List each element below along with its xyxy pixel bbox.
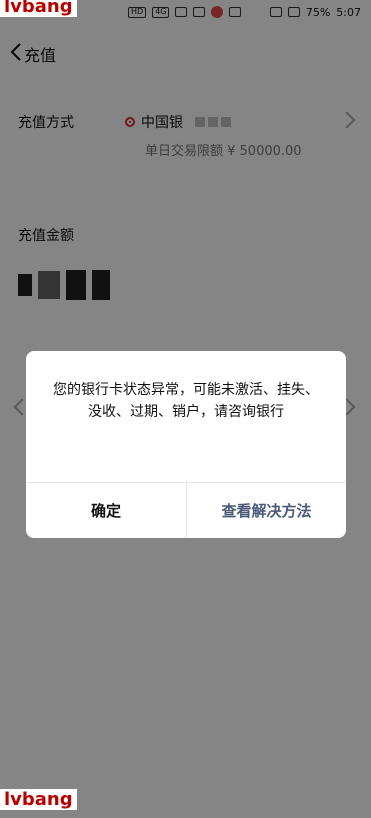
watermark-top: lvbang xyxy=(0,0,77,17)
dialog-message: 您的银行卡状态异常，可能未激活、挂失、没收、过期、销户，请咨询银行 xyxy=(53,382,319,420)
confirm-button[interactable]: 确定 xyxy=(26,482,186,538)
watermark-bottom: lvbang xyxy=(0,789,77,810)
alert-dialog: 您的银行卡状态异常，可能未激活、挂失、没收、过期、销户，请咨询银行 确定 查看解… xyxy=(26,351,346,538)
view-solution-button[interactable]: 查看解决方法 xyxy=(187,482,346,538)
